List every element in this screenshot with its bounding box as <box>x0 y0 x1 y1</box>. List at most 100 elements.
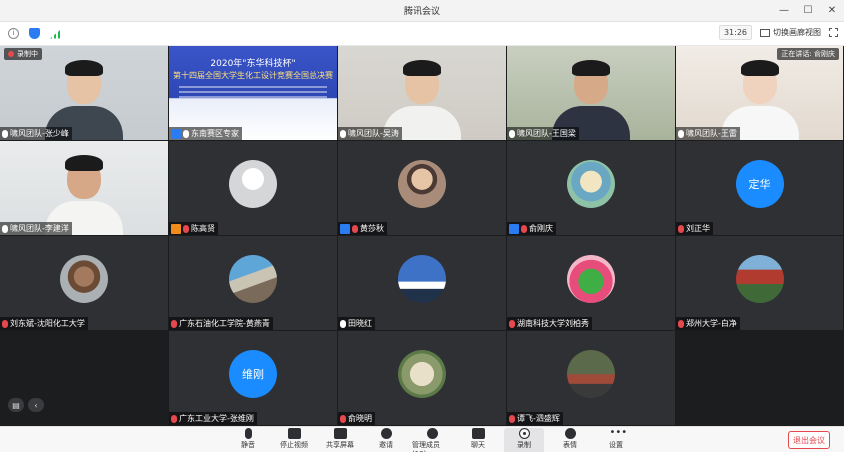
participant-name: 东南赛区专家 <box>191 129 239 138</box>
participant-name-bar: 谭飞-泗盛辉 <box>507 412 563 425</box>
share-screen-button[interactable]: 共享屏幕 <box>320 428 360 452</box>
participant-tile[interactable]: 俞刚庆 <box>507 141 676 236</box>
participant-name: 刘正华 <box>686 224 710 233</box>
participant-tile[interactable]: 正在讲话: 俞刚庆 啸风团队-王雷 <box>676 46 844 141</box>
active-speaker-label: 正在讲话: 俞刚庆 <box>777 48 839 60</box>
avatar <box>735 255 784 304</box>
network-signal-icon[interactable] <box>50 28 62 39</box>
slide-subtitle: 第十四届全国大学生化工设计竞赛全国总决赛 <box>173 71 333 80</box>
mic-muted-icon <box>171 414 177 423</box>
members-icon <box>426 428 438 439</box>
avatar <box>60 255 108 304</box>
mic-muted-icon <box>509 319 515 328</box>
avatar <box>229 255 277 304</box>
host-icon <box>171 128 181 139</box>
settings-button[interactable]: ••• 设置 <box>596 428 636 452</box>
participant-name: 郑州大学-白净 <box>686 319 737 328</box>
participant-name: 俞刚庆 <box>529 224 553 233</box>
chat-icon <box>471 428 485 439</box>
layout-icon[interactable]: ▤ <box>8 398 24 412</box>
stop-video-button[interactable]: 停止视频 <box>274 428 314 452</box>
meeting-toolbar: 静音 停止视频 共享屏幕 邀请 管理成员(18) 聊天 录制 表情 •••设置 … <box>0 426 844 452</box>
participant-name-bar: 郑州大学-白净 <box>676 317 740 330</box>
empty-tile <box>676 331 844 426</box>
participant-tile[interactable]: 田晓红 <box>338 236 507 331</box>
participant-tile[interactable]: 啸风团队-吴涛 <box>338 46 507 141</box>
avatar <box>398 255 446 304</box>
participant-name: 刘东斌-沈阳化工大学 <box>10 319 85 328</box>
participant-name-bar: 田晓红 <box>338 317 375 330</box>
participant-tile[interactable]: 定华 刘正华 <box>676 141 844 236</box>
manage-members-button[interactable]: 管理成员(18) <box>412 428 452 452</box>
participant-tile[interactable]: 维刚 广东工业大学-张维刚 <box>169 331 338 426</box>
switch-view-button[interactable]: 切换画廊视图 <box>760 27 821 38</box>
participant-tile[interactable]: 2020年"东华科技杯" 第十四届全国大学生化工设计竞赛全国总决赛 东南赛区专家 <box>169 46 338 141</box>
participant-tile[interactable]: 陈高贤 <box>169 141 338 236</box>
share-screen-icon <box>333 428 347 439</box>
participant-name-bar: 啸风团队-张少峰 <box>0 127 72 140</box>
close-icon[interactable]: ✕ <box>826 4 838 18</box>
participant-name-bar: 陈高贤 <box>169 222 218 235</box>
participant-tile[interactable]: 谭飞-泗盛辉 <box>507 331 676 426</box>
participant-tile[interactable]: 广东石油化工学院-黄燕青 <box>169 236 338 331</box>
mic-muted-icon <box>183 224 189 233</box>
fullscreen-icon[interactable] <box>829 28 838 37</box>
mic-muted-icon <box>521 224 527 233</box>
leave-meeting-button[interactable]: 退出会议 <box>788 431 830 449</box>
mic-icon <box>678 129 684 138</box>
participant-tile[interactable]: 录制中 啸风团队-张少峰 <box>0 46 169 141</box>
mic-muted-icon <box>678 224 684 233</box>
shared-slide: 2020年"东华科技杯" 第十四届全国大学生化工设计竞赛全国总决赛 <box>169 46 337 140</box>
grid-page-controls: ▤ ‹ <box>8 398 44 412</box>
participant-name-bar: 啸风团队-王雷 <box>676 127 740 140</box>
avatar: 定华 <box>735 160 784 209</box>
participant-tile[interactable]: 啸风团队-王国梁 <box>507 46 676 141</box>
chevron-left-icon[interactable]: ‹ <box>28 398 44 412</box>
window-controls: — ☐ ✕ <box>778 4 838 18</box>
mute-button[interactable]: 静音 <box>228 428 268 452</box>
video-grid: 录制中 啸风团队-张少峰 2020年"东华科技杯" 第十四届全国大学生化工设计竞… <box>0 46 844 426</box>
mic-icon <box>509 129 515 138</box>
mic-icon <box>2 224 8 233</box>
security-shield-icon[interactable] <box>29 28 40 39</box>
reactions-button[interactable]: 表情 <box>550 428 590 452</box>
participant-name: 黄莎秋 <box>360 224 384 233</box>
participant-name-bar: 啸风团队-李建洋 <box>0 222 72 235</box>
mic-muted-icon <box>509 414 515 423</box>
participant-name: 广东石油化工学院-黄燕青 <box>179 319 270 328</box>
participant-name-bar: 广东工业大学-张维刚 <box>169 412 257 425</box>
mic-icon <box>340 319 346 328</box>
participant-name-bar: 俞刚庆 <box>507 222 556 235</box>
info-icon[interactable]: i <box>8 28 19 39</box>
participant-name: 田晓红 <box>348 319 372 328</box>
app-title: 腾讯会议 <box>403 7 440 17</box>
invite-button[interactable]: 邀请 <box>366 428 406 452</box>
participant-tile[interactable]: 俞晓明 <box>338 331 507 426</box>
emoji-icon <box>564 428 576 439</box>
record-dot-icon <box>8 51 14 57</box>
microphone-icon <box>244 428 252 439</box>
minimize-icon[interactable]: — <box>778 4 790 18</box>
maximize-icon[interactable]: ☐ <box>802 4 814 18</box>
participant-tile[interactable]: 黄莎秋 <box>338 141 507 236</box>
more-icon: ••• <box>609 427 628 438</box>
participant-name-bar: 东南赛区专家 <box>169 127 242 140</box>
avatar <box>229 160 277 209</box>
recording-indicator: 录制中 <box>4 48 42 60</box>
mic-muted-icon <box>2 319 8 328</box>
participant-name: 俞晓明 <box>348 414 372 423</box>
avatar <box>567 350 615 399</box>
participant-name-bar: 刘东斌-沈阳化工大学 <box>0 317 88 330</box>
participant-name: 啸风团队-张少峰 <box>10 129 69 138</box>
mic-icon <box>2 129 8 138</box>
mic-icon <box>340 129 346 138</box>
invite-icon <box>380 428 392 439</box>
participant-tile[interactable]: 湖南科技大学刘柏秀 <box>507 236 676 331</box>
participant-name: 啸风团队-王国梁 <box>517 129 576 138</box>
record-button[interactable]: 录制 <box>504 428 544 452</box>
participant-name: 陈高贤 <box>191 224 215 233</box>
participant-tile[interactable]: 啸风团队-李建洋 <box>0 141 169 236</box>
participant-tile[interactable]: 郑州大学-白净 <box>676 236 844 331</box>
chat-button[interactable]: 聊天 <box>458 428 498 452</box>
participant-tile[interactable]: 刘东斌-沈阳化工大学 <box>0 236 169 331</box>
